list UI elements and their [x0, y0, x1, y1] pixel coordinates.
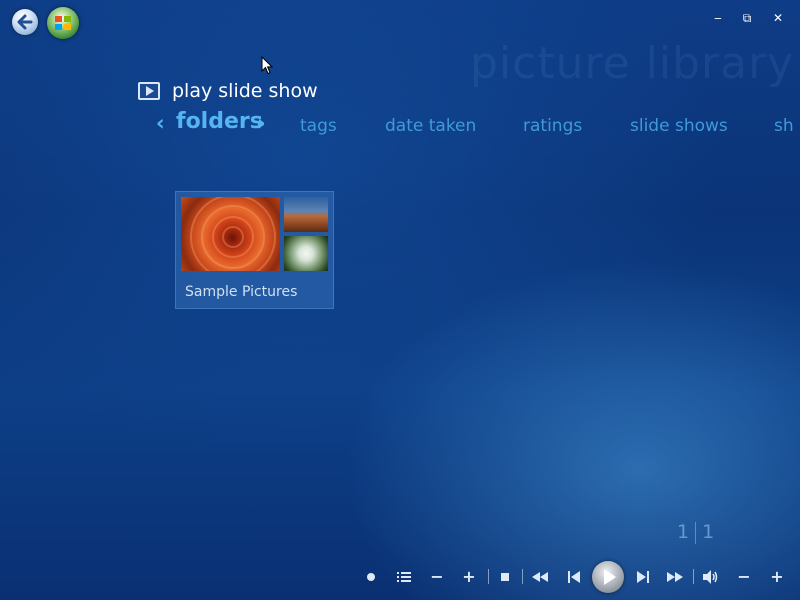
- slideshow-play-icon: [138, 82, 160, 100]
- skip-forward-icon: [637, 571, 649, 583]
- speaker-icon: [703, 570, 718, 584]
- pivot-left-chevron-icon[interactable]: ‹: [156, 111, 165, 135]
- plus-icon: +: [770, 567, 784, 586]
- pivot-item-overflow[interactable]: sh: [774, 116, 794, 136]
- folder-tile[interactable]: Sample Pictures: [175, 191, 334, 309]
- stop-button[interactable]: [496, 568, 514, 586]
- transport-divider: [488, 569, 489, 584]
- rewind-button[interactable]: [531, 568, 549, 586]
- page-indicator: 11: [677, 521, 714, 544]
- page-total: 1: [702, 521, 715, 543]
- back-button[interactable]: [12, 9, 38, 35]
- restore-icon: ⧉: [742, 11, 752, 25]
- mute-button[interactable]: [702, 568, 720, 586]
- play-slide-show-button[interactable]: play slide show: [138, 78, 318, 104]
- minus-icon: −: [430, 567, 444, 586]
- minus-icon: −: [737, 567, 751, 586]
- stop-icon: [501, 573, 509, 581]
- thumbnail-desert: [284, 197, 328, 232]
- page-divider: [695, 521, 697, 544]
- windows-logo-icon: [55, 16, 71, 30]
- transport-divider: [693, 569, 694, 584]
- play-button[interactable]: [592, 561, 624, 593]
- close-button[interactable]: ✕: [769, 9, 787, 27]
- rewind-icon: [532, 572, 548, 582]
- skip-back-button[interactable]: [565, 568, 583, 586]
- guide-button[interactable]: [395, 568, 413, 586]
- mouse-cursor-icon: [261, 55, 274, 79]
- plus-icon: +: [462, 567, 476, 586]
- page-title-watermark: picture library: [470, 38, 795, 89]
- thumbnail-flower: [181, 197, 280, 271]
- fast-forward-button[interactable]: [666, 568, 684, 586]
- transport-divider: [522, 569, 523, 584]
- minimize-icon: ‒: [714, 11, 722, 25]
- back-arrow-icon: [17, 14, 33, 30]
- category-pivot: ‹ folders › tags date taken ratings slid…: [156, 109, 800, 143]
- record-icon: [367, 573, 375, 581]
- folder-name: Sample Pictures: [185, 284, 298, 300]
- channel-up-button[interactable]: +: [460, 568, 478, 586]
- close-icon: ✕: [772, 11, 784, 25]
- minimize-button[interactable]: ‒: [709, 9, 727, 27]
- play-slide-show-label: play slide show: [172, 80, 318, 102]
- record-button[interactable]: [362, 568, 380, 586]
- pivot-item-date-taken[interactable]: date taken: [385, 116, 476, 136]
- fast-forward-icon: [667, 572, 683, 582]
- thumbnail-hydrangea: [284, 236, 328, 271]
- pivot-item-tags[interactable]: tags: [300, 116, 337, 136]
- skip-back-icon: [568, 571, 580, 583]
- volume-up-button[interactable]: +: [768, 568, 786, 586]
- pivot-right-chevron-icon[interactable]: ›: [257, 111, 266, 135]
- pivot-item-slide-shows[interactable]: slide shows: [630, 116, 728, 136]
- pivot-item-ratings[interactable]: ratings: [523, 116, 582, 136]
- restore-button[interactable]: ⧉: [738, 9, 756, 27]
- list-icon: [397, 572, 411, 582]
- channel-down-button[interactable]: −: [428, 568, 446, 586]
- page-current: 1: [677, 521, 690, 543]
- pivot-item-folders[interactable]: folders: [176, 109, 263, 134]
- start-button[interactable]: [47, 7, 79, 39]
- volume-down-button[interactable]: −: [735, 568, 753, 586]
- skip-forward-button[interactable]: [634, 568, 652, 586]
